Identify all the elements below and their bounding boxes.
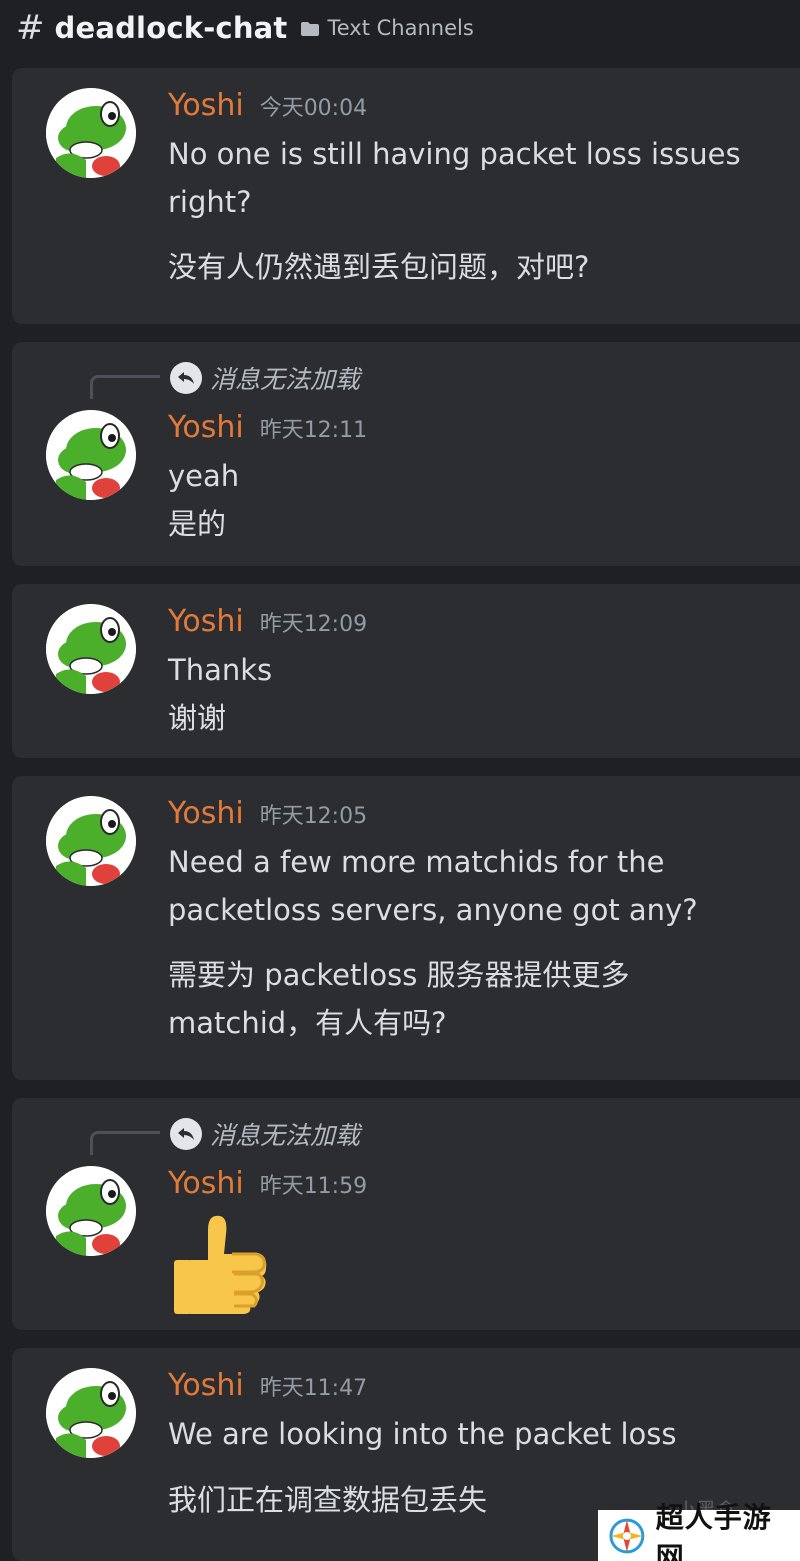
timestamp: 昨天12:09 — [259, 612, 368, 637]
avatar[interactable] — [46, 410, 136, 500]
reply-connector — [90, 375, 160, 399]
message-line: packetloss servers, anyone got any? — [168, 893, 698, 927]
reply-icon — [170, 1118, 202, 1150]
hash-icon: # — [16, 8, 45, 48]
message-header: Yoshi 昨天12:05 — [168, 796, 367, 831]
reply-unavailable-text[interactable]: 消息无法加载 — [210, 360, 360, 396]
chat-page: # deadlock-chat Text Channels Yoshi 今天00… — [0, 0, 800, 1561]
message-header: Yoshi 昨天12:09 — [168, 604, 367, 639]
avatar[interactable] — [46, 1166, 136, 1256]
site-watermark: 超人手游网 — [598, 1501, 800, 1561]
avatar[interactable] — [46, 1368, 136, 1458]
message[interactable]: Yoshi 昨天12:05 Need a few more matchids f… — [12, 776, 800, 1080]
thumbs-up-emoji[interactable] — [170, 1210, 272, 1316]
timestamp: 昨天11:47 — [259, 1376, 368, 1401]
message-line: 我们正在调查数据包丢失 — [168, 1483, 488, 1517]
message[interactable]: 消息无法加载 Yoshi 昨天12:11 yeah 是的 — [12, 342, 800, 566]
author-name[interactable]: Yoshi — [168, 410, 244, 445]
category-label[interactable]: Text Channels — [328, 16, 474, 40]
yoshi-avatar-icon — [46, 1166, 136, 1256]
timestamp: 昨天12:05 — [259, 804, 368, 829]
yoshi-avatar-icon — [46, 88, 136, 178]
reply-icon — [170, 362, 202, 394]
timestamp: 昨天11:59 — [259, 1174, 368, 1199]
message-header: Yoshi 昨天11:47 — [168, 1368, 367, 1403]
message-header: Yoshi 昨天11:59 — [168, 1166, 367, 1201]
message-header: Yoshi 昨天12:11 — [168, 410, 367, 445]
channel-header: # deadlock-chat Text Channels — [0, 0, 800, 56]
message-line: 是的 — [168, 507, 227, 541]
message[interactable]: Yoshi 今天00:04 No one is still having pac… — [12, 68, 800, 324]
reply-unavailable-text[interactable]: 消息无法加载 — [210, 1116, 360, 1152]
yoshi-avatar-icon — [46, 1368, 136, 1458]
author-name[interactable]: Yoshi — [168, 1166, 244, 1201]
message-header: Yoshi 今天00:04 — [168, 88, 367, 123]
yoshi-avatar-icon — [46, 796, 136, 886]
yoshi-avatar-icon — [46, 410, 136, 500]
author-name[interactable]: Yoshi — [168, 88, 244, 123]
author-name[interactable]: Yoshi — [168, 604, 244, 639]
message-line: No one is still having packet loss issue… — [168, 137, 741, 171]
author-name[interactable]: Yoshi — [168, 1368, 244, 1403]
author-name[interactable]: Yoshi — [168, 796, 244, 831]
timestamp: 昨天12:11 — [259, 418, 368, 443]
yoshi-avatar-icon — [46, 604, 136, 694]
message-line: Need a few more matchids for the — [168, 845, 665, 879]
message-line: yeah — [168, 459, 240, 493]
message-line: right? — [168, 185, 252, 219]
message-line: We are looking into the packet loss — [168, 1417, 677, 1451]
message[interactable]: Yoshi 昨天12:09 Thanks 谢谢 — [12, 584, 800, 758]
message-line: matchid，有人有吗? — [168, 1006, 447, 1040]
avatar[interactable] — [46, 796, 136, 886]
timestamp: 今天00:04 — [259, 96, 368, 121]
watermark-text: 超人手游网 — [655, 1500, 772, 1561]
message-line: 谢谢 — [168, 701, 227, 735]
reply-connector — [90, 1131, 160, 1155]
message-line: Thanks — [168, 653, 273, 687]
channel-name[interactable]: deadlock-chat — [55, 11, 288, 45]
folder-icon — [300, 22, 319, 36]
avatar[interactable] — [46, 88, 136, 178]
message[interactable]: 消息无法加载 Yoshi 昨天11:59 — [12, 1098, 800, 1330]
message-line: 没有人仍然遇到丢包问题，对吧? — [168, 250, 590, 284]
message-line: 需要为 packetloss 服务器提供更多 — [168, 958, 630, 992]
avatar[interactable] — [46, 604, 136, 694]
logo-icon — [609, 1518, 645, 1553]
